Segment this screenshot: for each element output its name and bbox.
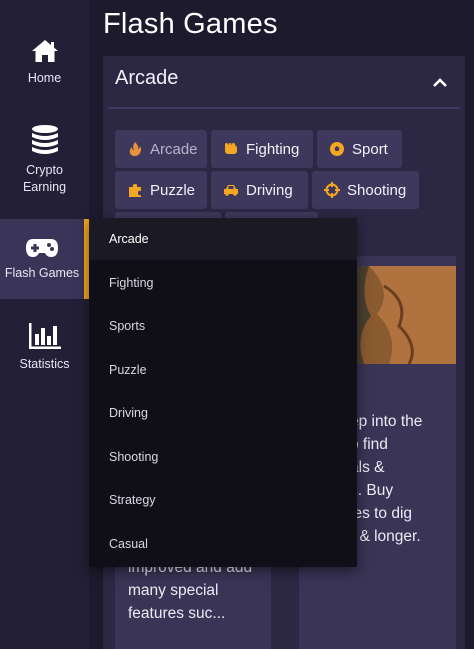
- gamepad-icon: [26, 238, 58, 257]
- fist-icon: [225, 143, 237, 154]
- dropdown-item-driving[interactable]: Driving: [89, 392, 357, 434]
- dropdown-item-shooting[interactable]: Shooting: [89, 436, 357, 478]
- sidebar-item-label: Home: [27, 71, 62, 85]
- dropdown-item-casual[interactable]: Casual: [89, 523, 357, 565]
- card-description: ep into the o find als & s. Buy les to d…: [350, 413, 423, 545]
- dropdown-item-puzzle[interactable]: Puzzle: [89, 349, 357, 391]
- soccer-ball-icon: [330, 142, 344, 156]
- chip-label: Shooting: [347, 181, 407, 199]
- chip-arcade[interactable]: Arcade: [115, 130, 207, 168]
- chip-label: Fighting: [246, 140, 300, 158]
- chip-driving[interactable]: Driving: [211, 171, 308, 209]
- chip-puzzle[interactable]: Puzzle: [115, 171, 207, 209]
- dropdown-item-sports[interactable]: Sports: [89, 305, 357, 347]
- chevron-up-icon[interactable]: [433, 76, 447, 90]
- sidebar: Home Crypto Earning Flash Games Statisti…: [0, 0, 89, 649]
- page-title: Flash Games: [103, 8, 278, 40]
- panel-header-title: Arcade: [115, 67, 179, 89]
- sidebar-item-statistics[interactable]: Statistics: [0, 322, 89, 382]
- dropdown-item-strategy[interactable]: Strategy: [89, 479, 357, 521]
- chip-label: Arcade: [150, 140, 198, 158]
- home-icon: [31, 40, 58, 62]
- sidebar-item-flash-games[interactable]: Flash Games: [0, 219, 89, 299]
- dropdown-item-arcade[interactable]: Arcade: [89, 218, 357, 260]
- car-icon: [224, 185, 238, 196]
- divider: [108, 107, 460, 109]
- chip-label: Driving: [246, 181, 293, 199]
- sidebar-item-label: Crypto Earning: [22, 163, 67, 194]
- sidebar-item-label: Statistics: [19, 357, 70, 371]
- bar-chart-icon: [28, 323, 61, 349]
- sidebar-item-crypto-earning[interactable]: Crypto Earning: [0, 124, 89, 204]
- category-dropdown-menu: Arcade Fighting Sports Puzzle Driving Sh…: [89, 218, 357, 567]
- sidebar-item-label: Flash Games: [4, 265, 80, 280]
- chip-label: Puzzle: [150, 181, 196, 199]
- chip-fighting[interactable]: Fighting: [211, 130, 313, 168]
- chip-shooting[interactable]: Shooting: [312, 171, 419, 209]
- flame-icon: [129, 142, 141, 156]
- coins-icon: [31, 125, 58, 154]
- sidebar-item-home[interactable]: Home: [0, 38, 89, 98]
- chip-sport[interactable]: Sport: [317, 130, 402, 168]
- dropdown-item-fighting[interactable]: Fighting: [89, 262, 357, 304]
- chip-label: Sport: [352, 140, 388, 158]
- crosshair-icon: [324, 182, 340, 198]
- puzzle-icon: [129, 184, 141, 197]
